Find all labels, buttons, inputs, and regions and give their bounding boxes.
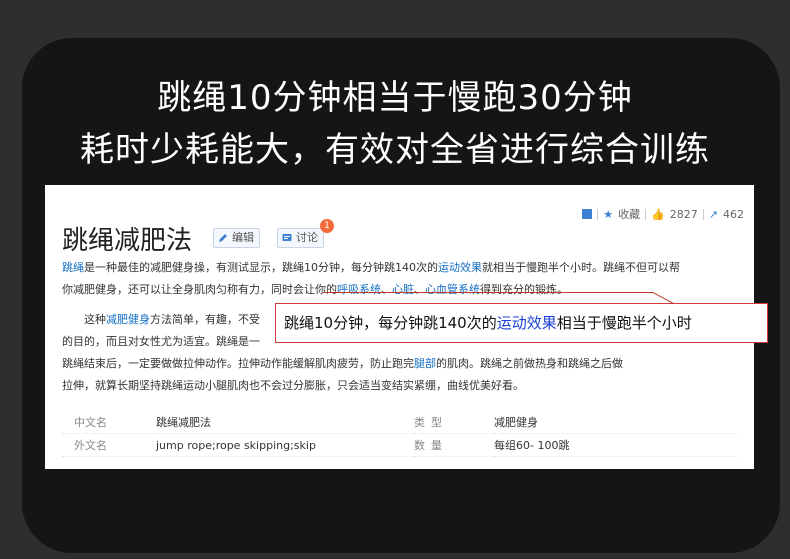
- link-heart[interactable]: 心脏: [392, 283, 414, 296]
- comment-icon: [282, 234, 292, 241]
- paragraph-text: 这种: [84, 313, 106, 326]
- edit-button[interactable]: 编辑: [213, 228, 260, 248]
- paragraph-text: 的肌肉。跳绳之前做热身和跳绳之后做: [436, 357, 623, 370]
- collect-label[interactable]: 收藏: [618, 206, 640, 222]
- paragraph-line: 跳绳是一种最佳的减肥健身操，有测试显示，跳绳10分钟，每分钟跳140次的运动效果…: [62, 257, 680, 279]
- share-icon[interactable]: ↗: [709, 208, 718, 221]
- info-key: 外文名: [62, 433, 156, 457]
- paragraph-line: 你减肥健身，还可以让全身肌肉匀称有力，同时会让你的呼吸系统、心脏、心血管系统得到…: [62, 279, 680, 301]
- callout-link[interactable]: 运动效果: [497, 314, 557, 332]
- article-toolbar: ★ 收藏 👍 2827 ↗ 462: [582, 206, 744, 222]
- page-title: 跳绳减肥法: [62, 226, 193, 256]
- link-jump-rope[interactable]: 跳绳: [62, 261, 84, 274]
- callout-text: 相当于慢跑半个小时: [556, 314, 692, 332]
- toolbar-divider: [645, 208, 647, 220]
- headline-line-1: 跳绳10分钟相当于慢跑30分钟: [157, 78, 633, 118]
- pencil-icon: [219, 234, 227, 242]
- intro-paragraph: 跳绳是一种最佳的减肥健身操，有测试显示，跳绳10分钟，每分钟跳140次的运动效果…: [62, 257, 680, 301]
- link-weight-loss-fitness[interactable]: 减肥健身: [106, 313, 150, 326]
- info-key: 类型: [414, 411, 494, 434]
- link-exercise-effect[interactable]: 运动效果: [438, 261, 482, 274]
- thumbs-up-icon[interactable]: 👍: [651, 208, 665, 221]
- info-value: 跳绳减肥法: [156, 411, 414, 434]
- info-value: jump rope;rope skipping;skip: [156, 433, 414, 457]
- paragraph-text: 跳绳结束后，一定要做做拉伸动作。拉伸动作能缓解肌肉疲劳，防止跑完: [62, 357, 414, 370]
- star-icon[interactable]: ★: [603, 208, 613, 221]
- info-key: 数量: [414, 433, 494, 457]
- paragraph-text: 方法简单，有趣，不受: [150, 313, 260, 326]
- callout-text: 跳绳10分钟，每分钟跳140次的: [284, 314, 497, 332]
- callout-underline: [323, 292, 653, 293]
- paragraph-line: 跳绳结束后，一定要做做拉伸动作。拉伸动作能缓解肌肉疲劳，防止跑完腿部的肌肉。跳绳…: [62, 353, 623, 375]
- edit-button-label: 编辑: [232, 231, 254, 244]
- paragraph-text: 、: [414, 283, 425, 296]
- like-count: 2827: [669, 207, 698, 221]
- paragraph-line: 拉伸，就算长期坚持跳绳运动小腿肌肉也不会过分膨胀，只会适当变结实紧绷，曲线优美好…: [62, 379, 524, 392]
- headline-line-2: 耗时少耗能大，有效对全省进行综合训练: [80, 130, 710, 170]
- info-key: 中文名: [62, 411, 156, 434]
- toolbar-divider: [702, 208, 704, 220]
- table-row: 外文名 jump rope;rope skipping;skip 数量 每组60…: [62, 433, 738, 457]
- toolbar-divider: [597, 208, 599, 220]
- link-legs[interactable]: 腿部: [414, 357, 436, 370]
- plus-icon[interactable]: [582, 209, 593, 219]
- paragraph-text: 得到充分的锻炼。: [480, 283, 568, 296]
- paragraph-text: 是一种最佳的减肥健身操，有测试显示，跳绳10分钟，每分钟跳140次的: [84, 261, 438, 274]
- table-row: 中文名 跳绳减肥法 类型 减肥健身: [62, 411, 738, 434]
- info-table: 中文名 跳绳减肥法 类型 减肥健身 外文名 jump rope;rope ski…: [62, 411, 738, 457]
- discuss-button-label: 讨论: [296, 231, 318, 244]
- paragraph-text: 你减肥健身，还可以让全身肌肉匀称有力，同时会让你的: [62, 283, 337, 296]
- info-value: 减肥健身: [494, 411, 738, 434]
- share-count: 462: [723, 207, 744, 221]
- highlight-callout: 跳绳10分钟，每分钟跳140次的运动效果相当于慢跑半个小时: [275, 303, 768, 343]
- discuss-count-badge: 1: [320, 219, 334, 233]
- paragraph-text: 就相当于慢跑半个小时。跳绳不但可以帮: [482, 261, 680, 274]
- link-cardiovascular-system[interactable]: 心血管系统: [425, 283, 480, 296]
- info-value: 每组60- 100跳: [494, 433, 738, 457]
- link-respiratory-system[interactable]: 呼吸系统: [337, 283, 381, 296]
- paragraph-text: 、: [381, 283, 392, 296]
- discuss-button[interactable]: 讨论: [277, 228, 324, 248]
